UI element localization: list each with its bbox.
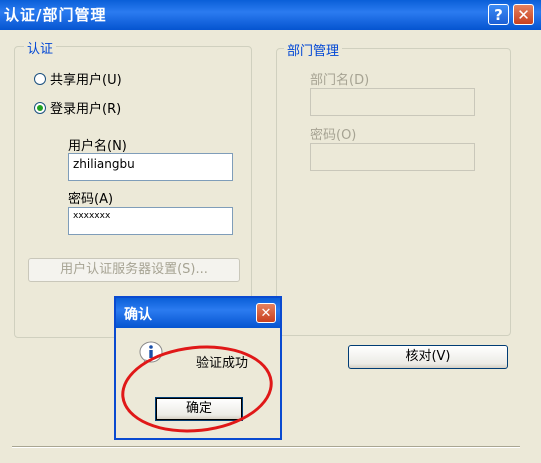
radio-shared-label: 共享用户(U) [50,73,122,88]
bottom-divider [12,446,520,448]
dept-legend: 部门管理 [284,40,343,59]
dept-name-field[interactable] [310,88,475,116]
password-label: 密码(A) [68,192,114,207]
radio-login-label: 登录用户(R) [50,102,122,117]
dept-name-label: 部门名(D) [310,73,370,88]
radio-shared-user[interactable]: 共享用户(U) [34,69,122,88]
auth-server-settings-button[interactable]: 用户认证服务器设置(S)... [28,258,240,282]
dialog-close-button[interactable]: ✕ [256,303,276,323]
dialog-title: 确认 [124,307,152,323]
auth-dept-window: 认证/部门管理 ? ✕ 认证 共享用户(U) 登录用户(R) 用户名(N) zh… [0,0,541,463]
dialog-title-bar: 确认 ✕ [116,298,280,328]
username-field[interactable]: zhiliangbu [68,153,233,181]
radio-login-indicator[interactable] [34,101,46,114]
close-button[interactable]: ✕ [513,4,534,25]
radio-shared-indicator[interactable] [34,72,46,85]
dept-password-label: 密码(O) [310,128,357,143]
verify-button[interactable]: 核对(V) [348,345,508,369]
window-title: 认证/部门管理 [4,6,107,24]
username-label: 用户名(N) [68,139,127,154]
radio-login-user[interactable]: 登录用户(R) [34,98,121,117]
auth-group [14,46,252,338]
auth-legend: 认证 [24,38,57,57]
title-bar: 认证/部门管理 ? ✕ [0,0,541,30]
dept-password-field[interactable] [310,143,475,171]
help-button[interactable]: ? [488,4,509,25]
password-field[interactable]: xxxxxxx [68,207,233,235]
